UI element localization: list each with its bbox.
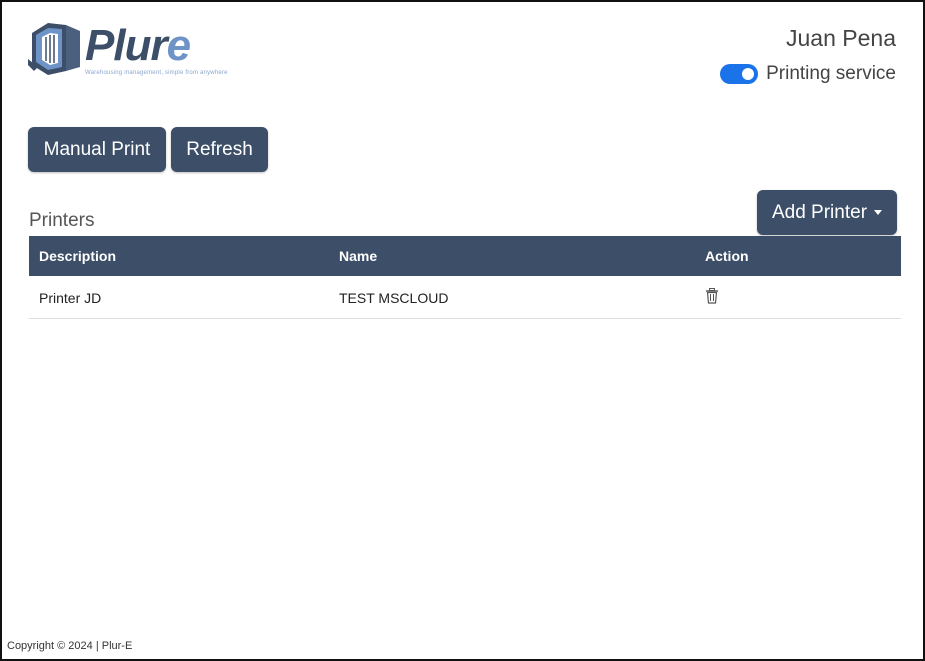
trash-icon[interactable] <box>705 288 719 304</box>
table-row[interactable]: Printer JD TEST MSCLOUD <box>29 276 901 319</box>
column-header-description[interactable]: Description <box>39 248 116 264</box>
logo-text-main: Plur <box>85 21 168 70</box>
cell-description: Printer JD <box>39 290 102 306</box>
column-header-name[interactable]: Name <box>339 248 377 264</box>
cell-name: TEST MSCLOUD <box>339 290 449 306</box>
footer-copyright: Copyright © 2024 | Plur-E <box>7 640 133 652</box>
logo-tagline: Warehousing management, simple from anyw… <box>85 70 228 76</box>
printers-section-title: Printers <box>29 210 95 231</box>
table-header: Description Name Action <box>29 236 901 276</box>
printing-service-toggle[interactable] <box>720 64 759 84</box>
printing-service-label: Printing service <box>766 63 896 84</box>
printing-service-control: Printing service <box>720 63 896 85</box>
refresh-button[interactable]: Refresh <box>171 127 268 172</box>
add-printer-button[interactable]: Add Printer <box>757 190 897 235</box>
brand-logo[interactable]: Plure Warehousing management, simple fro… <box>28 19 228 81</box>
add-printer-label: Add Printer <box>771 201 868 223</box>
logo-text-accent: e <box>166 21 192 70</box>
app-frame: Plure Warehousing management, simple fro… <box>0 0 925 661</box>
logo-wordmark: Plure <box>85 21 192 71</box>
column-header-action: Action <box>705 248 749 264</box>
caret-down-icon <box>874 210 883 215</box>
toggle-knob <box>742 68 755 80</box>
user-name[interactable]: Juan Pena <box>786 25 896 52</box>
printers-table: Description Name Action Printer JD TEST … <box>29 236 901 319</box>
logo-emblem-icon <box>28 23 80 75</box>
manual-print-button[interactable]: Manual Print <box>28 127 166 172</box>
